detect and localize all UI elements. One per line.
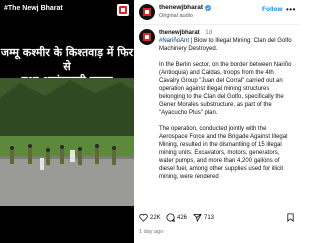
avatar[interactable] bbox=[139, 4, 155, 20]
post-panel: thenewjbharat Original audio Follow ••• … bbox=[134, 0, 300, 243]
caption-body: #NariñoAnt | Blow to Illegal Mining: Cla… bbox=[159, 37, 294, 189]
bookmark-icon[interactable] bbox=[286, 213, 295, 222]
post-header: thenewjbharat Original audio Follow ••• bbox=[134, 0, 300, 25]
caption-username[interactable]: thenewjbharat bbox=[159, 30, 200, 36]
reel-scene-image bbox=[0, 78, 134, 206]
like-button[interactable]: 22K bbox=[139, 213, 161, 222]
reel-headline-line1: जम्मू कश्मीर के किश्तवाड़ में फिर से bbox=[0, 46, 134, 73]
post-age: 1 day ago bbox=[139, 229, 164, 235]
news-logo-icon bbox=[117, 4, 129, 16]
follow-button[interactable]: Follow bbox=[262, 6, 283, 13]
share-icon bbox=[193, 213, 202, 222]
verified-badge-icon bbox=[205, 4, 212, 11]
heart-icon bbox=[139, 213, 148, 222]
profile-logo-icon bbox=[143, 33, 151, 41]
caption-header: thenewjbharat 1d bbox=[159, 29, 294, 37]
caption-avatar[interactable] bbox=[139, 29, 155, 45]
reel-brand-watermark: #The Newj Bharat bbox=[4, 5, 63, 12]
profile-logo-icon bbox=[143, 8, 151, 16]
audio-label[interactable]: Original audio bbox=[159, 13, 193, 19]
action-bar: 22K 426 713 bbox=[134, 210, 300, 226]
more-options-icon[interactable]: ••• bbox=[286, 5, 296, 14]
post-username[interactable]: thenewjbharat bbox=[159, 4, 212, 11]
share-count: 713 bbox=[204, 214, 215, 221]
post-time: 1d bbox=[205, 30, 213, 36]
comment-count: 426 bbox=[177, 214, 188, 221]
caption-paragraph: In the Berlin sector, on the border betw… bbox=[159, 62, 292, 116]
caption-title-paragraph: #NariñoAnt | Blow to Illegal Mining: Cla… bbox=[159, 37, 294, 53]
username-label: thenewjbharat bbox=[159, 4, 204, 11]
comment-button[interactable]: 426 bbox=[166, 213, 187, 222]
comment-icon bbox=[166, 213, 175, 222]
like-count: 22K bbox=[150, 214, 161, 221]
caption-paragraph: The operation, conducted jointly with th… bbox=[159, 126, 288, 180]
hashtag-link[interactable]: #NariñoAnt bbox=[159, 38, 189, 44]
share-button[interactable]: 713 bbox=[193, 213, 214, 222]
reel-video[interactable]: #The Newj Bharat जम्मू कश्मीर के किश्तवा… bbox=[0, 0, 134, 243]
